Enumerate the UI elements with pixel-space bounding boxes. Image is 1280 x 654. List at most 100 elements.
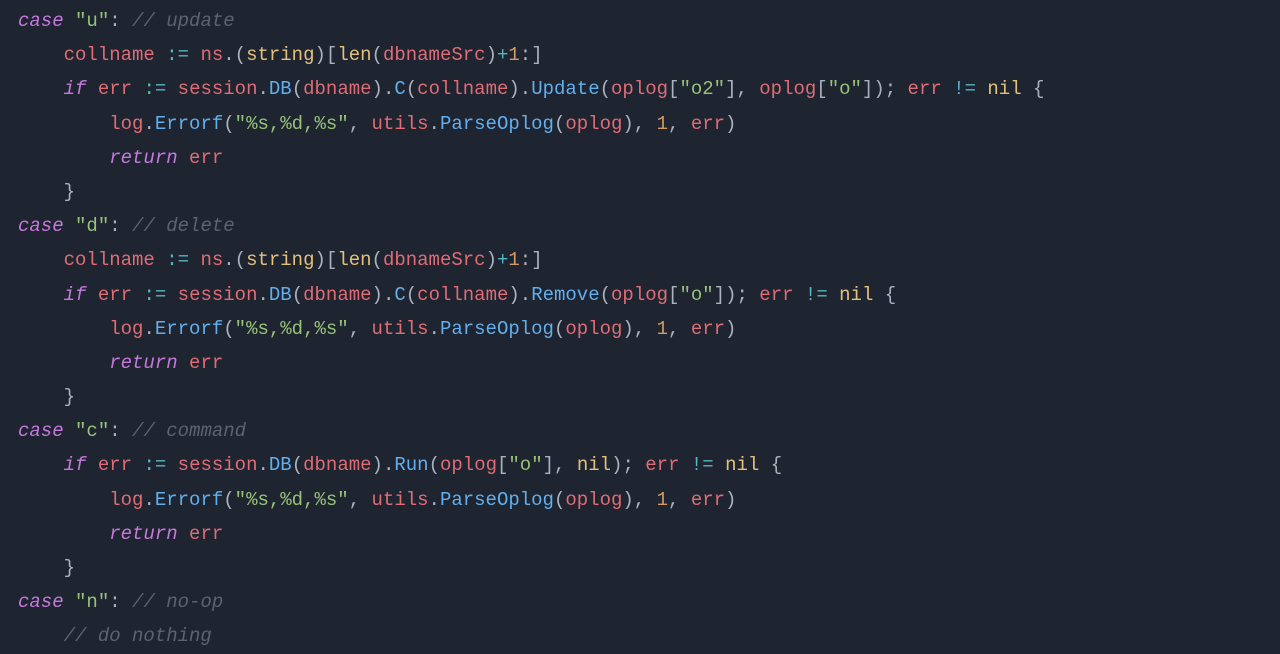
dot: .: [520, 78, 531, 100]
comma: ,: [349, 489, 360, 511]
ident-ns: ns: [200, 44, 223, 66]
paren-open: (: [223, 318, 234, 340]
op-neq: !=: [805, 284, 828, 306]
number-one: 1: [657, 318, 668, 340]
paren-open: (: [223, 113, 234, 135]
ident-utils: utils: [372, 489, 429, 511]
ident-utils: utils: [372, 113, 429, 135]
paren-close: ): [622, 489, 633, 511]
paren-open: (: [372, 249, 383, 271]
ident-utils: utils: [372, 318, 429, 340]
paren-close: ): [622, 113, 633, 135]
fn-remove: Remove: [531, 284, 599, 306]
paren-close: ): [725, 489, 736, 511]
bracket-close: ]: [725, 78, 736, 100]
keyword-if: if: [64, 284, 87, 306]
ident-err: err: [189, 523, 223, 545]
bracket-close: ]: [531, 44, 542, 66]
string-format: "%s,%d,%s": [235, 318, 349, 340]
code-block: case "u": // update collname := ns.(stri…: [0, 0, 1280, 654]
ident-oplog: oplog: [565, 489, 622, 511]
builtin-nil: nil: [725, 454, 759, 476]
paren-close: ): [486, 44, 497, 66]
paren-open: (: [406, 78, 417, 100]
ident-oplog: oplog: [759, 78, 816, 100]
dot: .: [223, 249, 234, 271]
op-neq: !=: [953, 78, 976, 100]
ident-err: err: [645, 454, 679, 476]
colon: :: [109, 215, 120, 237]
keyword-case: case: [18, 215, 64, 237]
comma: ,: [554, 454, 565, 476]
keyword-case: case: [18, 420, 64, 442]
comment-do-nothing: // do nothing: [64, 625, 212, 647]
op-plus: +: [497, 44, 508, 66]
ident-session: session: [178, 78, 258, 100]
colon: :: [520, 249, 531, 271]
dot: .: [258, 284, 269, 306]
ident-dbnamesrc: dbnameSrc: [383, 249, 486, 271]
ident-dbname: dbname: [303, 284, 371, 306]
comment-command: // command: [132, 420, 246, 442]
ident-err: err: [98, 454, 132, 476]
builtin-nil: nil: [577, 454, 611, 476]
dot: .: [143, 318, 154, 340]
comment-noop: // no-op: [132, 591, 223, 613]
string-o2: "o2": [679, 78, 725, 100]
paren-close: ): [372, 284, 383, 306]
keyword-case: case: [18, 10, 64, 32]
fn-update: Update: [531, 78, 599, 100]
bracket-open: [: [326, 44, 337, 66]
keyword-case: case: [18, 591, 64, 613]
semicolon: ;: [885, 78, 896, 100]
paren-close: ): [725, 284, 736, 306]
paren-open: (: [554, 113, 565, 135]
keyword-return: return: [109, 523, 177, 545]
comma: ,: [736, 78, 747, 100]
string-d: "d": [75, 215, 109, 237]
brace-close: }: [64, 557, 75, 579]
string-n: "n": [75, 591, 109, 613]
fn-parseoplog: ParseOplog: [440, 318, 554, 340]
paren-close: ): [508, 78, 519, 100]
builtin-nil: nil: [839, 284, 873, 306]
bracket-close: ]: [862, 78, 873, 100]
string-c: "c": [75, 420, 109, 442]
ident-err: err: [98, 78, 132, 100]
ident-err: err: [908, 78, 942, 100]
dot: .: [143, 113, 154, 135]
ident-log: log: [109, 113, 143, 135]
ident-err: err: [759, 284, 793, 306]
comma: ,: [349, 113, 360, 135]
paren-close: ): [372, 454, 383, 476]
op-assign: :=: [166, 249, 189, 271]
ident-collname: collname: [64, 44, 155, 66]
ident-err: err: [189, 147, 223, 169]
bracket-open: [: [497, 454, 508, 476]
ident-oplog: oplog: [611, 284, 668, 306]
ident-oplog: oplog: [565, 113, 622, 135]
paren-open: (: [600, 78, 611, 100]
ident-oplog: oplog: [611, 78, 668, 100]
bracket-open: [: [816, 78, 827, 100]
ident-oplog: oplog: [440, 454, 497, 476]
paren-close: ): [486, 249, 497, 271]
bracket-close: ]: [531, 249, 542, 271]
paren-close: ): [372, 78, 383, 100]
ident-dbname: dbname: [303, 78, 371, 100]
ident-err: err: [189, 352, 223, 374]
ident-err: err: [98, 284, 132, 306]
colon: :: [520, 44, 531, 66]
paren-open: (: [292, 78, 303, 100]
paren-open: (: [223, 489, 234, 511]
brace-close: }: [64, 386, 75, 408]
ident-log: log: [109, 318, 143, 340]
fn-parseoplog: ParseOplog: [440, 113, 554, 135]
ident-ns: ns: [200, 249, 223, 271]
fn-run: Run: [394, 454, 428, 476]
number-one: 1: [657, 489, 668, 511]
brace-open: {: [1033, 78, 1044, 100]
ident-dbnamesrc: dbnameSrc: [383, 44, 486, 66]
brace-close: }: [64, 181, 75, 203]
ident-err: err: [691, 318, 725, 340]
